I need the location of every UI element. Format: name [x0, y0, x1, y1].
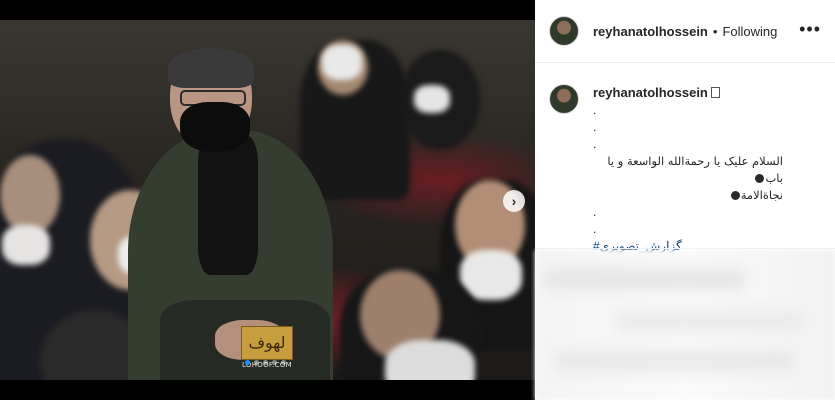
audience-mask	[2, 225, 50, 265]
section-divider	[535, 248, 835, 249]
post-sidebar: reyhanatolhossein • Following ••• reyhan…	[535, 0, 835, 400]
blurred-comment	[615, 310, 805, 332]
audience-head	[0, 155, 60, 235]
carousel-next-button[interactable]: ›	[503, 190, 525, 212]
carousel-indicator	[245, 360, 286, 365]
bullet-icon	[755, 174, 765, 183]
blurred-comment	[555, 350, 795, 372]
blurred-comment	[545, 268, 745, 290]
caption-line: .	[593, 103, 597, 117]
caption-username[interactable]: reyhanatolhossein	[593, 85, 708, 100]
post-caption: reyhanatolhossein . . . السلام علیک یا ر…	[549, 84, 829, 272]
watermark-logo-text: لهوف	[248, 335, 286, 352]
carousel-dot	[254, 360, 259, 365]
unsupported-glyph-icon	[710, 87, 720, 98]
profile-avatar[interactable]	[549, 16, 579, 46]
post-media: لهوف LOHOOF.COM ›	[0, 0, 535, 400]
subject-mask	[180, 102, 250, 152]
subject-shirt	[198, 135, 258, 275]
carousel-dot	[281, 360, 286, 365]
header-username[interactable]: reyhanatolhossein	[593, 24, 708, 39]
caption-line-rtl: نجاةالامة	[593, 187, 783, 204]
chevron-right-icon: ›	[511, 193, 517, 209]
caption-line: .	[593, 137, 597, 151]
follow-status-button[interactable]: Following	[722, 24, 777, 39]
caption-line: .	[593, 120, 597, 134]
carousel-dot-active	[245, 360, 250, 365]
audience-mask	[385, 340, 475, 380]
subject-hair	[168, 48, 254, 88]
caption-body: reyhanatolhossein . . . السلام علیک یا ر…	[593, 84, 783, 272]
carousel-dot	[272, 360, 277, 365]
post-header: reyhanatolhossein • Following •••	[535, 0, 835, 63]
audience-mask	[414, 85, 450, 113]
bullet-icon	[730, 191, 740, 200]
watermark-logo: لهوف	[241, 326, 293, 360]
audience-mask	[322, 45, 362, 80]
caption-avatar[interactable]	[549, 84, 579, 114]
blurred-comments-area	[535, 250, 835, 400]
caption-line: .	[593, 205, 597, 219]
caption-line-rtl: السلام علیک یا رحمة‌الله الواسعة و یا با…	[593, 153, 783, 187]
more-options-icon[interactable]: •••	[799, 20, 821, 42]
header-separator: •	[712, 23, 718, 39]
caption-line: .	[593, 222, 597, 236]
caption-arabic-text: نجاةالامة	[740, 188, 783, 202]
carousel-dot	[263, 360, 268, 365]
